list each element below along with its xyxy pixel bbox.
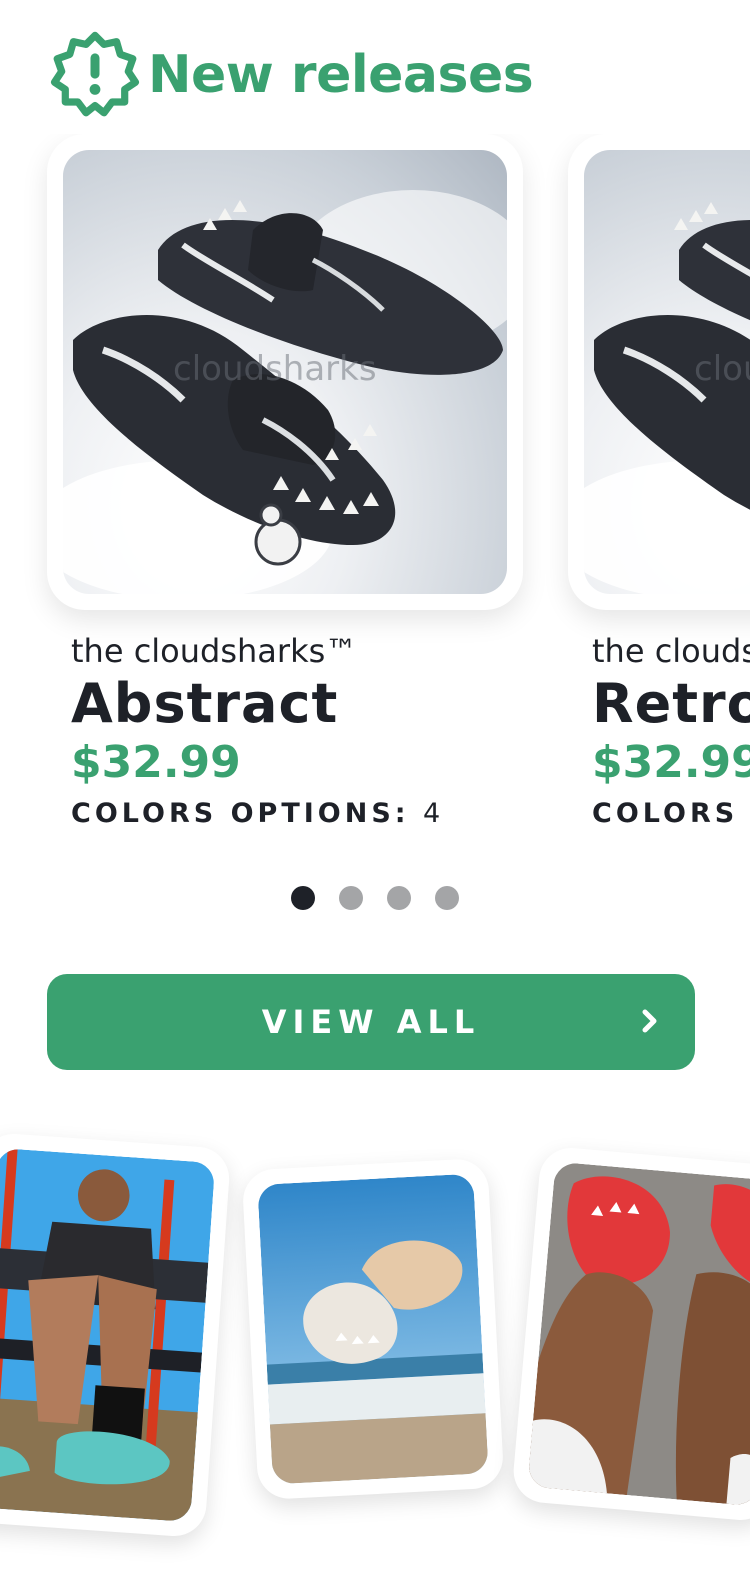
customer-photo-gallery	[0, 1120, 750, 1584]
color-options-count: 4	[423, 798, 445, 829]
view-all-button[interactable]: VIEW ALL	[47, 974, 695, 1070]
photo-watermark: cloudsharks	[173, 349, 377, 389]
pagination-dot[interactable]	[387, 886, 411, 910]
product-price: $32.99	[592, 737, 750, 788]
product-name[interactable]: Abstract	[71, 672, 523, 735]
product-photo: cloudsharks	[584, 150, 750, 594]
section-header: New releases	[50, 30, 534, 120]
product-price: $32.99	[71, 737, 241, 788]
color-options-label: COLORS OPTIONS:	[592, 798, 750, 829]
section-title: New releases	[148, 45, 534, 105]
product-carousel[interactable]: cloudsharks the cloudsharks™ Abstract $3…	[0, 134, 750, 854]
carousel-pagination	[0, 886, 750, 910]
photo-person-sandals	[0, 1147, 216, 1523]
product-photo: cloudsharks	[63, 150, 507, 594]
product-card[interactable]: cloudsharks the cloudsharks™ Abstract $3…	[47, 134, 523, 829]
product-image-frame: cloudsharks	[568, 134, 750, 610]
gallery-photo-card[interactable]	[241, 1157, 505, 1501]
pagination-dot[interactable]	[291, 886, 315, 910]
alert-badge-icon	[50, 31, 140, 117]
product-brand: the cloudsharks™	[71, 632, 358, 670]
product-card[interactable]: cloudsharks the cloudsharks™ Retro $32.9…	[568, 134, 750, 829]
product-name[interactable]: Retro	[592, 672, 750, 735]
product-info: the cloudsharks™ Retro $32.99 COLORS OPT…	[568, 610, 750, 829]
product-image-frame: cloudsharks	[47, 134, 523, 610]
color-options: COLORS OPTIONS: 4	[71, 798, 523, 829]
shark-slides-image: cloudsharks	[63, 190, 507, 594]
pagination-dot[interactable]	[435, 886, 459, 910]
color-options-label: COLORS OPTIONS:	[71, 798, 410, 829]
gallery-photo-card[interactable]	[0, 1131, 232, 1539]
color-options: COLORS OPTIONS: 4	[592, 798, 750, 829]
shark-slides-image: cloudsharks	[584, 202, 750, 594]
pagination-dot[interactable]	[339, 886, 363, 910]
photo-red-sandals	[527, 1161, 750, 1507]
chevron-right-icon	[642, 1009, 657, 1033]
product-brand: the cloudsharks™	[592, 632, 750, 670]
view-all-label: VIEW ALL	[261, 1003, 481, 1041]
gallery-photo-card[interactable]	[510, 1145, 750, 1523]
product-info: the cloudsharks™ Abstract $32.99 COLORS …	[47, 610, 523, 829]
photo-watermark: cloudsharks	[694, 349, 750, 389]
photo-beach-sandals	[257, 1173, 489, 1485]
